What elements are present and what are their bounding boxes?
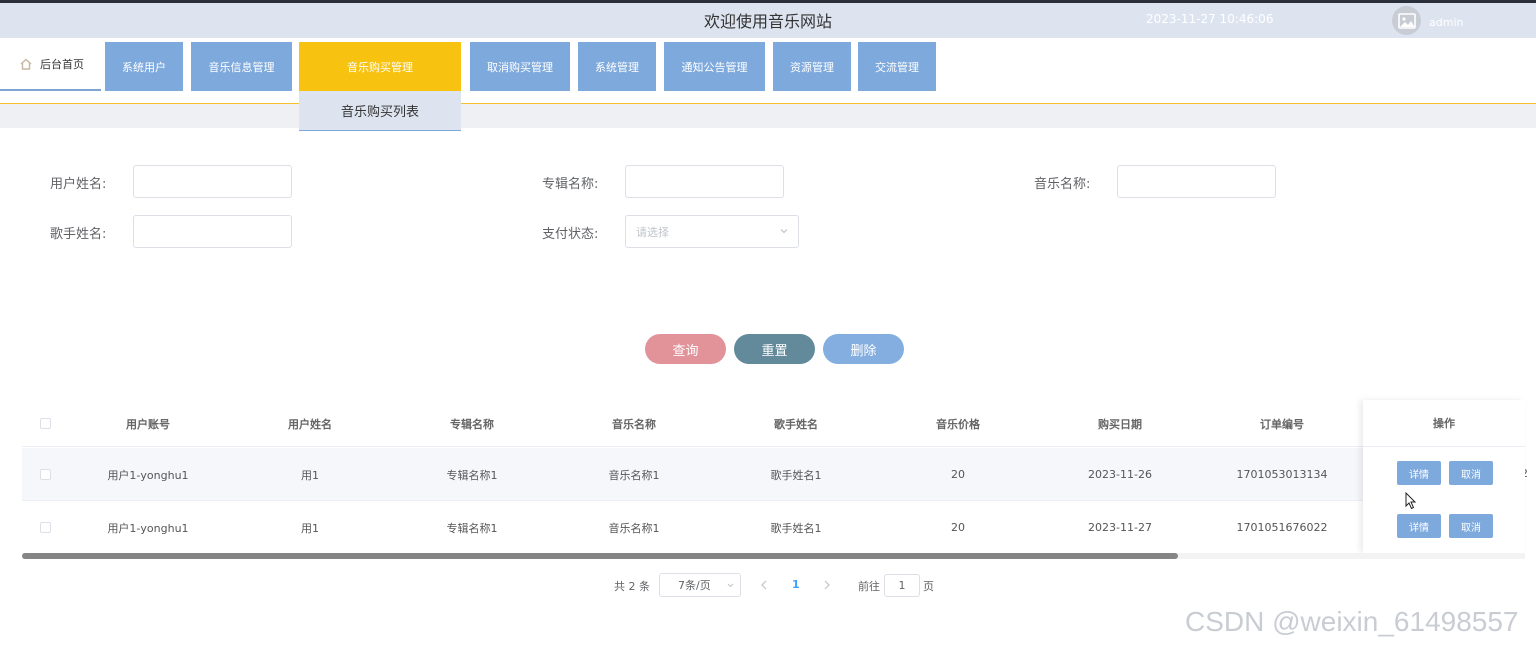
album-input[interactable]	[625, 165, 784, 198]
cell-album-name: 专辑名称1	[446, 468, 498, 482]
table-row[interactable]: 用户1-yonghu1 用1 专辑名称1 音乐名称1 歌手姓名1 20 2023…	[22, 501, 1363, 554]
cell-music-name: 音乐名称1	[608, 521, 660, 535]
nav-home[interactable]: 后台首页	[0, 38, 101, 91]
detail-button[interactable]: 详情	[1397, 514, 1441, 538]
nav-home-label: 后台首页	[40, 57, 84, 71]
pay-status-placeholder: 请选择	[636, 225, 669, 239]
col-order-number: 订单编号	[1260, 417, 1304, 431]
cell-purchase-date: 2023-11-27	[1088, 521, 1152, 534]
username-label: 用户姓名:	[50, 177, 107, 192]
prev-page-icon[interactable]	[760, 580, 768, 590]
goto-page-input[interactable]: 1	[884, 574, 920, 597]
cell-order-number: 1701053013134	[1236, 468, 1328, 481]
site-title: 欢迎使用音乐网站	[703, 12, 832, 31]
select-all-checkbox[interactable]	[40, 418, 51, 429]
cancel-button[interactable]: 取消	[1449, 514, 1493, 538]
col-purchase-date: 购买日期	[1098, 417, 1142, 431]
operations-column: 操作	[1363, 400, 1525, 553]
page-size-value: 7条/页	[678, 579, 711, 592]
goto-label: 前往	[858, 580, 880, 593]
nav-system-users[interactable]: 系统用户	[105, 42, 183, 91]
cell-user-account: 用户1-yonghu1	[107, 521, 189, 535]
pay-status-select[interactable]: 请选择	[625, 215, 799, 248]
horizontal-scrollbar-thumb[interactable]	[22, 553, 1178, 559]
cell-singer-name: 歌手姓名1	[770, 521, 822, 535]
page-size-select[interactable]: 7条/页	[659, 573, 741, 597]
search-button[interactable]: 查询	[645, 334, 726, 364]
reset-button[interactable]: 重置	[734, 334, 815, 364]
row-checkbox[interactable]	[40, 522, 51, 533]
cell-user-name: 用1	[301, 521, 319, 535]
pagination-total: 共 2 条	[614, 580, 650, 593]
pay-status-label: 支付状态:	[542, 227, 599, 242]
table-header: 用户账号 用户姓名 专辑名称 音乐名称 歌手姓名 音乐价格 购买日期 订单编号	[22, 400, 1363, 447]
nav-communication-manage[interactable]: 交流管理	[858, 42, 936, 91]
nav-music-info[interactable]: 音乐信息管理	[191, 42, 292, 91]
page-number-current[interactable]: 1	[792, 578, 800, 591]
home-icon	[20, 58, 32, 70]
nav-bar: 后台首页 系统用户 音乐信息管理 音乐购买管理 取消购买管理 系统管理 通知公告…	[0, 38, 1536, 104]
detail-button[interactable]: 详情	[1397, 461, 1441, 485]
cell-order-number: 1701051676022	[1236, 521, 1328, 534]
nav-cancel-purchase[interactable]: 取消购买管理	[470, 42, 570, 91]
col-singer-name: 歌手姓名	[774, 417, 818, 431]
singer-label: 歌手姓名:	[50, 227, 107, 242]
image-icon	[1397, 12, 1416, 29]
col-user-account: 用户账号	[126, 417, 170, 431]
username[interactable]: admin	[1429, 16, 1463, 29]
cell-purchase-date: 2023-11-26	[1088, 468, 1152, 481]
col-user-name: 用户姓名	[288, 417, 332, 431]
page-unit-label: 页	[923, 580, 934, 593]
col-music-name: 音乐名称	[612, 417, 656, 431]
music-label: 音乐名称:	[1034, 177, 1091, 192]
table-row[interactable]: 用户1-yonghu1 用1 专辑名称1 音乐名称1 歌手姓名1 20 2023…	[22, 448, 1363, 501]
cell-music-name: 音乐名称1	[608, 468, 660, 482]
col-album-name: 专辑名称	[450, 417, 494, 431]
album-label: 专辑名称:	[542, 177, 599, 192]
mouse-cursor-icon	[1405, 492, 1417, 510]
col-operations: 操作	[1363, 400, 1525, 447]
chevron-down-icon	[780, 229, 788, 234]
cancel-button[interactable]: 取消	[1449, 461, 1493, 485]
nav-notice-manage[interactable]: 通知公告管理	[664, 42, 765, 91]
cell-music-price: 20	[951, 468, 965, 481]
watermark: CSDN @weixin_61498557	[1185, 606, 1519, 637]
top-header: 欢迎使用音乐网站 2023-11-27 10:46:06 admin	[0, 0, 1536, 38]
chevron-down-icon	[727, 583, 734, 588]
cell-music-price: 20	[951, 521, 965, 534]
dropdown-music-purchase-list[interactable]: 音乐购买列表	[299, 91, 461, 131]
col-music-price: 音乐价格	[936, 417, 980, 431]
username-input[interactable]	[133, 165, 292, 198]
cell-user-account: 用户1-yonghu1	[107, 468, 189, 482]
singer-input[interactable]	[133, 215, 292, 248]
cell-singer-name: 歌手姓名1	[770, 468, 822, 482]
datetime: 2023-11-27 10:46:06	[1146, 12, 1274, 26]
cell-user-name: 用1	[301, 468, 319, 482]
nav-resource-manage[interactable]: 资源管理	[773, 42, 851, 91]
next-page-icon[interactable]	[823, 580, 831, 590]
content-divider	[0, 104, 1536, 128]
music-input[interactable]	[1117, 165, 1276, 198]
avatar[interactable]	[1392, 6, 1421, 35]
nav-music-purchase[interactable]: 音乐购买管理	[299, 42, 461, 91]
row-checkbox[interactable]	[40, 469, 51, 480]
delete-button[interactable]: 删除	[823, 334, 904, 364]
cell-album-name: 专辑名称1	[446, 521, 498, 535]
nav-system-manage[interactable]: 系统管理	[578, 42, 656, 91]
